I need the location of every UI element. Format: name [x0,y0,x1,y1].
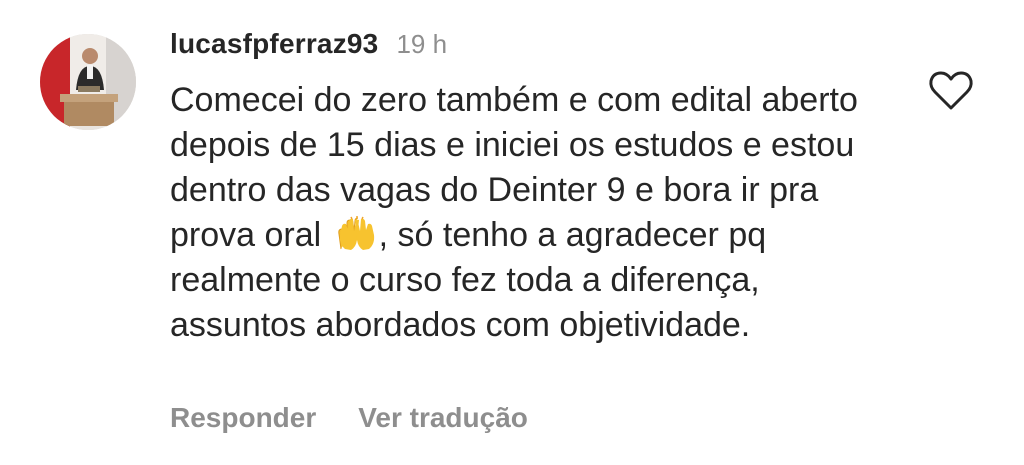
comment-body: lucasfpferraz93 19 h Comecei do zero tam… [170,28,870,348]
raising-hands-emoji-icon: 🙌 [335,216,379,252]
avatar-photo [40,34,136,130]
reply-button[interactable]: Responder [170,402,316,434]
heart-outline-icon [929,71,973,110]
avatar[interactable] [40,34,136,130]
timestamp: 19 h [396,29,448,59]
comment-actions: Responder Ver tradução [170,402,528,434]
see-translation-button[interactable]: Ver tradução [358,402,528,434]
like-button[interactable] [928,70,974,112]
comment-item: lucasfpferraz93 19 h Comecei do zero tam… [0,0,1024,465]
comment-text: Comecei do zero também e com edital aber… [170,78,860,348]
username-link[interactable]: lucasfpferraz93 [170,28,378,60]
comment-meta: lucasfpferraz93 19 h [170,28,870,60]
